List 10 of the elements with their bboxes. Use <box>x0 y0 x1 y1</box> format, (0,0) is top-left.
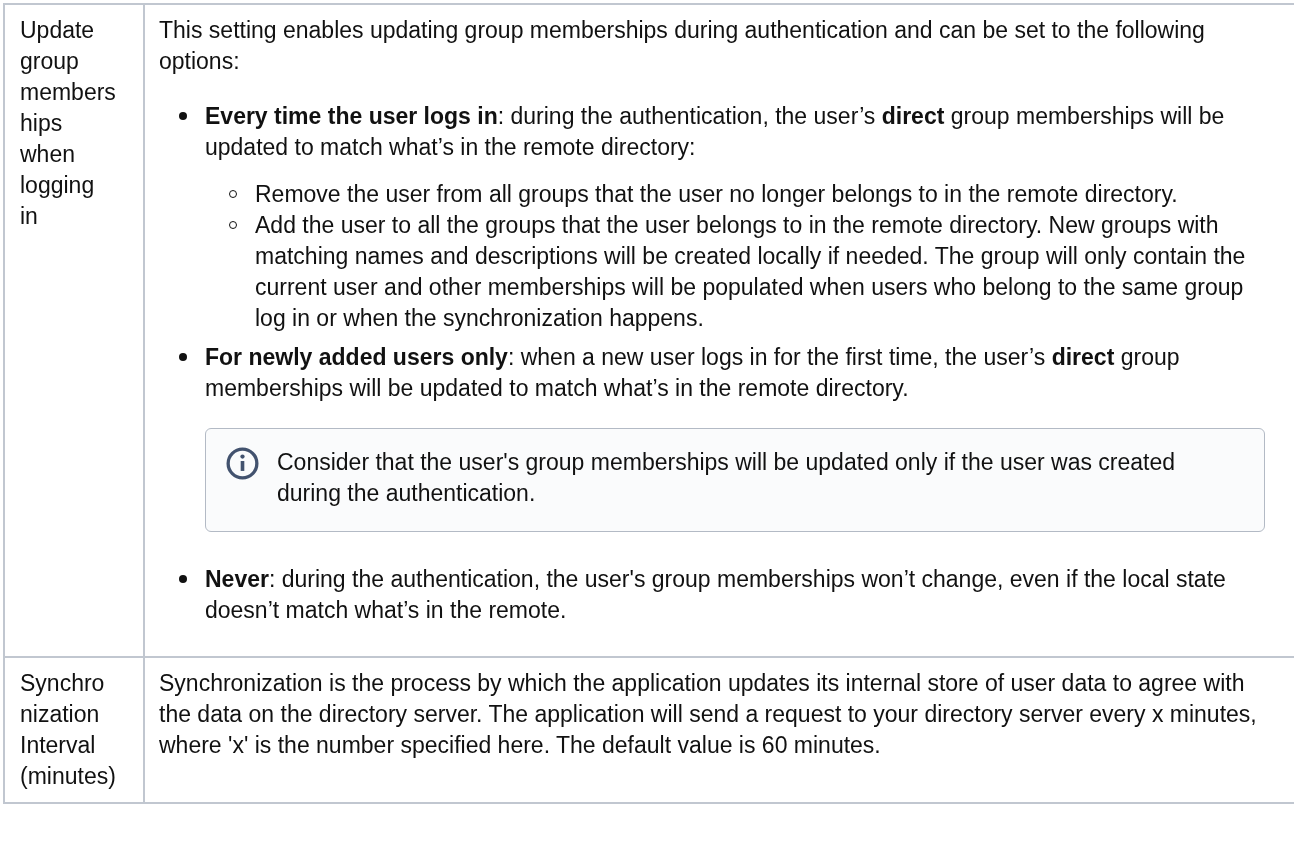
paragraph: For newly added users only: when a new user logs in for the first time, the user’s direct group memberships will be updated to match what’s in the remote directory. <box>205 343 1181 403</box>
paragraph: Every time the user logs in: during the authentication, the user’s direct group memberships will be updated to match what’s in the remote directory: <box>205 102 1226 162</box>
paragraph: This setting enables updating group memberships during authentication and can be set to the following options: <box>159 16 1206 76</box>
setting-name: Update group memberships when logging in <box>20 16 116 231</box>
paragraph: Consider that the user's group memberships will be updated only if the user was created during the authentication. <box>277 448 1177 508</box>
paragraph: Never: during the authentication, the user's group memberships won’t change, even if the local state doesn’t match what’s in the remote. <box>205 565 1227 625</box>
setting-name: Synchronization Interval (minutes) <box>20 669 116 791</box>
paragraph: Add the user to all the groups that the user belongs to in the remote directory. New groups with matching names and descriptions will be created locally if needed. The group will only contain the current user and other memberships will be populated when users who belong to the same group log in or when the synchronization happens. <box>255 211 1247 333</box>
paragraph: Synchronization is the process by which the application updates its internal store of user data to agree with the data on the directory server. The application will send a request to your directory server every x minutes, where 'x' is the number specified here. The default value is 60 minutes. <box>159 669 1258 760</box>
paragraph: Remove the user from all groups that the user no longer belongs to in the remote directory. <box>255 180 1178 209</box>
